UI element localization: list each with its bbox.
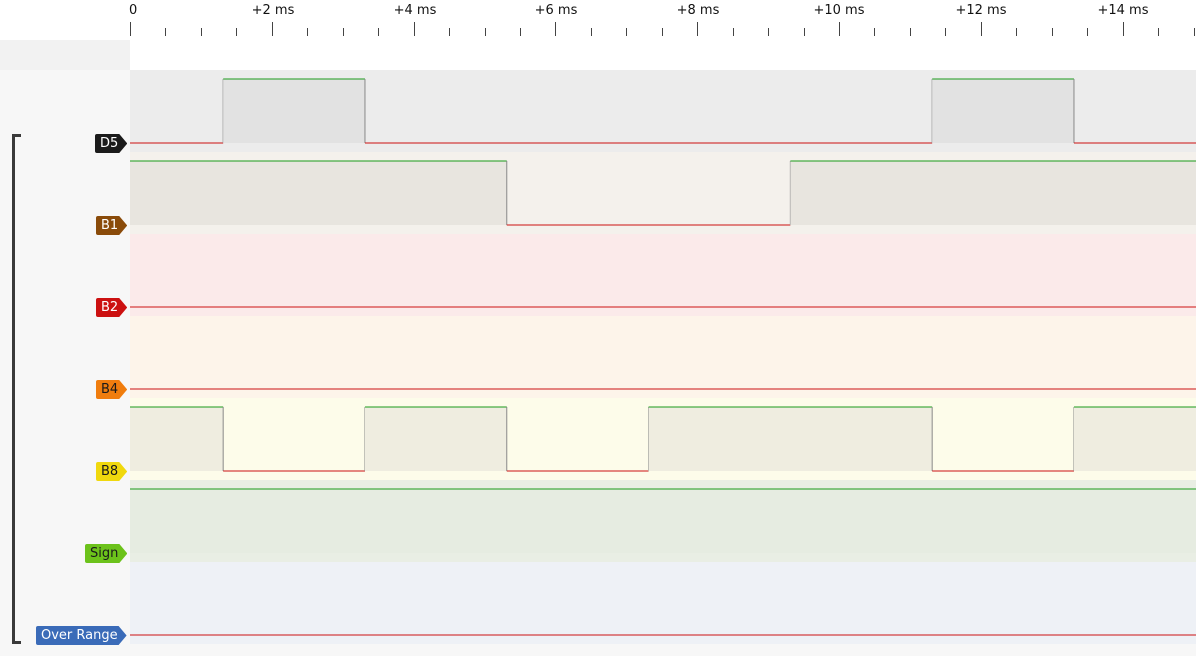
- signal-high-region: [648, 407, 933, 471]
- signal-high-region: [364, 407, 507, 471]
- signal-high-region: [223, 79, 365, 143]
- lane-b2: [130, 234, 1196, 316]
- channel-label-sign[interactable]: Sign: [85, 544, 127, 563]
- signal-high-region: [932, 79, 1074, 143]
- channel-label-over-range[interactable]: Over Range: [36, 626, 127, 645]
- signal-high-region: [130, 489, 1196, 553]
- signal-high-region: [130, 161, 507, 225]
- signal-high-region: [130, 407, 224, 471]
- signal-high-region: [1073, 407, 1196, 471]
- signal-high-region: [790, 161, 1196, 225]
- lane-b4: [130, 316, 1196, 398]
- channel-group-bracket[interactable]: [12, 134, 21, 644]
- waveform-area[interactable]: [0, 0, 1196, 656]
- lane-over-range: [130, 562, 1196, 644]
